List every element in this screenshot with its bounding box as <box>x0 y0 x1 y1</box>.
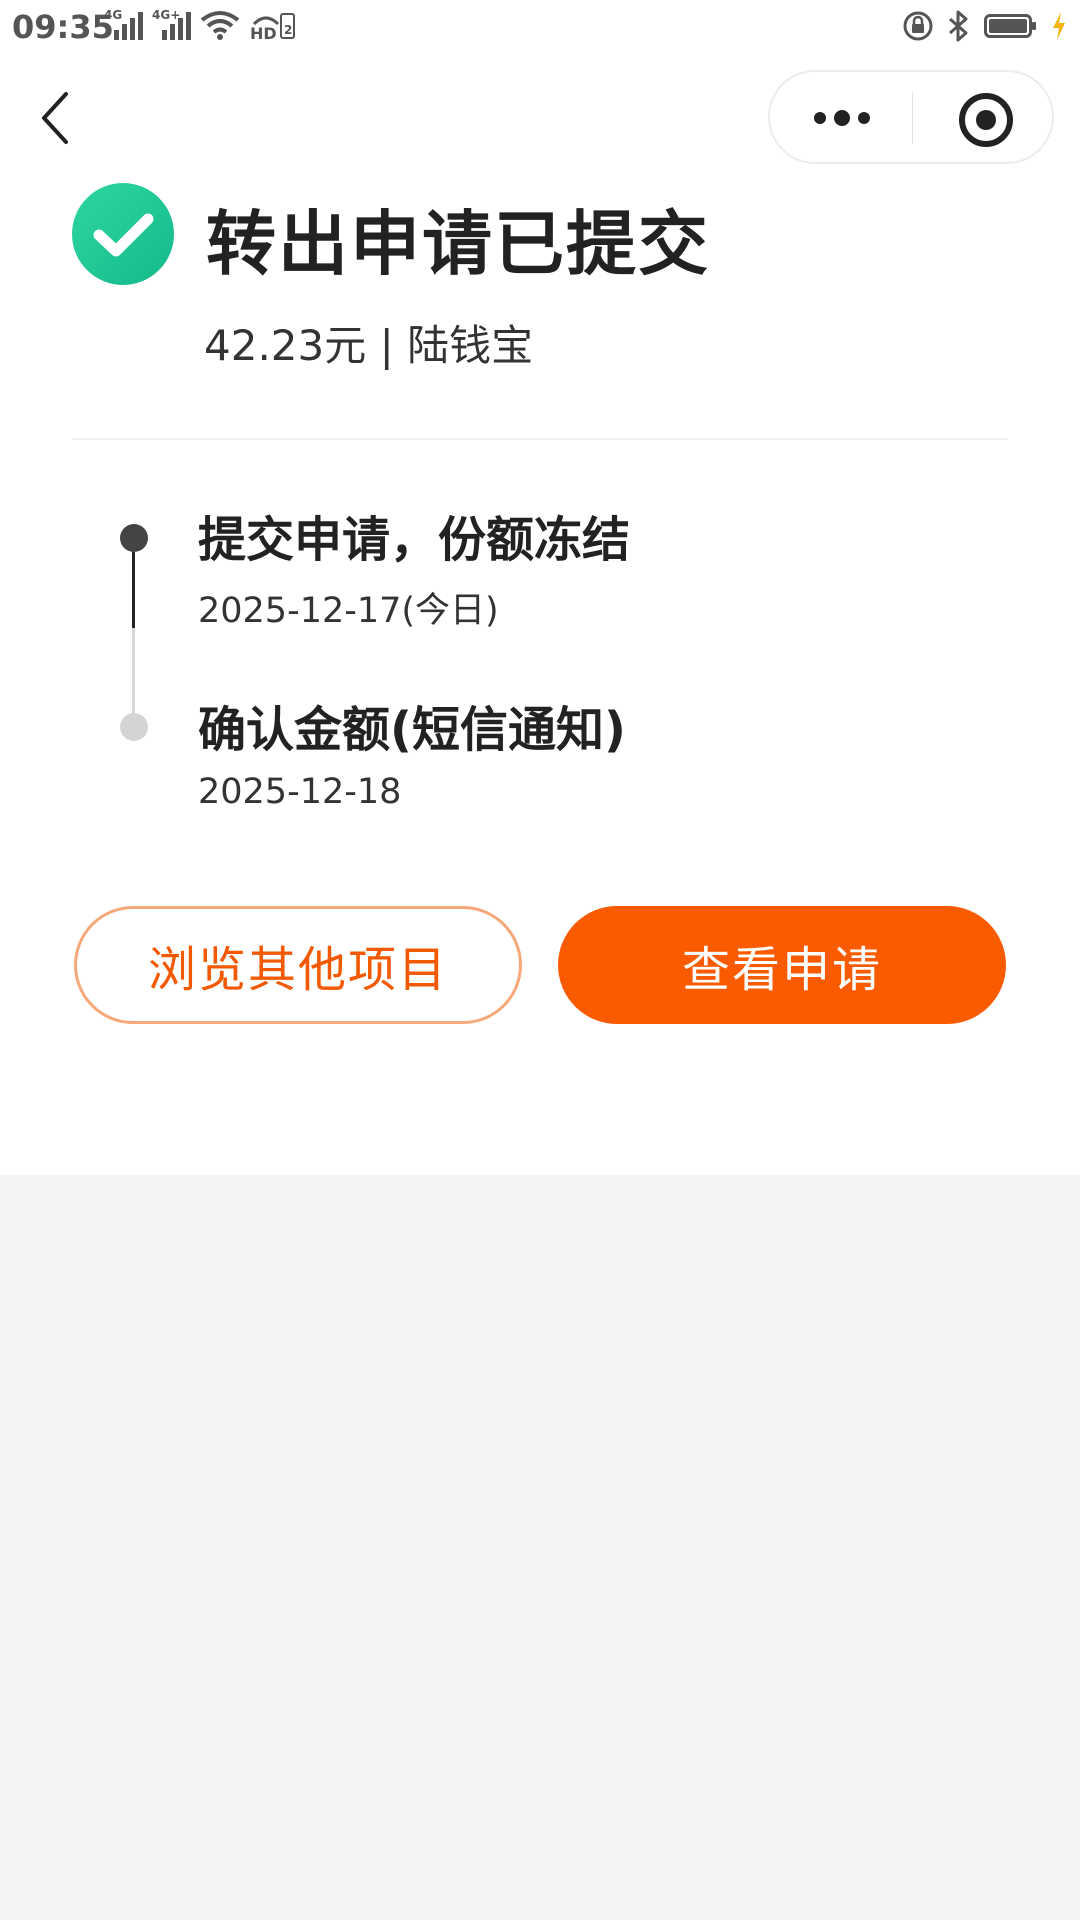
capsule-divider <box>912 92 913 144</box>
battery-icon <box>984 12 1040 40</box>
page-title: 转出申请已提交 <box>206 203 710 285</box>
timeline-step-title: 提交申请，份额冻结 <box>198 512 631 568</box>
timeline-line-pending <box>132 628 135 716</box>
signal-icon: 4G+ <box>152 8 192 40</box>
rotation-lock-icon <box>903 11 933 41</box>
close-miniprogram-button[interactable] <box>958 92 1014 148</box>
signal-icon: 4G <box>104 8 144 40</box>
status-time: 09:35 <box>12 8 114 46</box>
browse-other-projects-button[interactable]: 浏览其他项目 <box>74 906 522 1024</box>
hd-voice-icon: HD 2 <box>250 13 295 40</box>
svg-text:HD: HD <box>250 24 277 40</box>
timeline-dot-active <box>120 524 148 552</box>
bluetooth-icon <box>949 10 968 42</box>
svg-text:2: 2 <box>284 23 292 37</box>
charging-icon <box>1053 12 1065 40</box>
wifi-icon <box>200 11 240 40</box>
check-circle-icon <box>72 183 174 285</box>
timeline-step-date: 2025-12-18 <box>198 772 402 812</box>
divider <box>72 438 1008 440</box>
timeline-step-title: 确认金额(短信通知) <box>198 702 626 758</box>
view-application-button[interactable]: 查看申请 <box>558 906 1006 1024</box>
back-button[interactable] <box>36 90 76 146</box>
capsule-menu <box>768 70 1054 164</box>
more-button[interactable] <box>812 98 872 138</box>
target-circle-icon <box>959 93 1013 147</box>
timeline-step-date: 2025-12-17(今日) <box>198 591 499 631</box>
more-dots-icon <box>814 110 870 126</box>
chevron-left-icon <box>42 92 68 144</box>
amount-product-text: 42.23元 | 陆钱宝 <box>204 321 534 370</box>
timeline-dot-pending <box>120 713 148 741</box>
status-bar: 09:35 4G 4G+ HD 2 <box>0 0 1080 56</box>
timeline-line-completed <box>132 540 135 628</box>
